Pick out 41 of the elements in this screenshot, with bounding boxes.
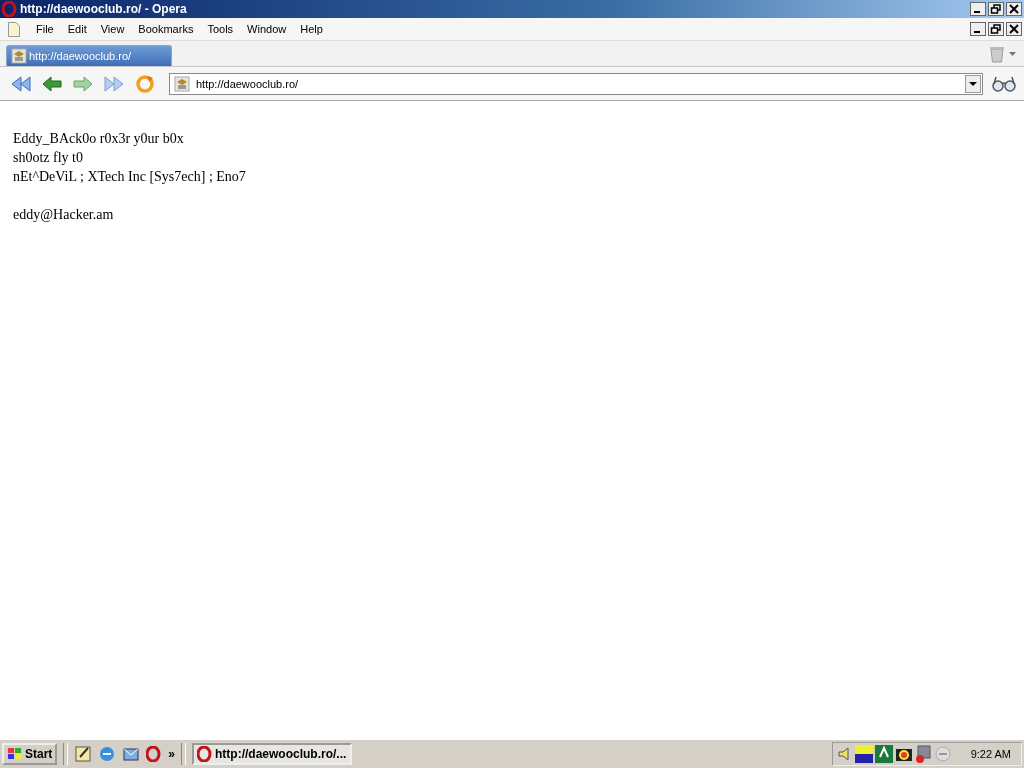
caret-icon[interactable] [1009, 51, 1016, 56]
page-text: sh0otz fly t0 [13, 149, 84, 167]
menu-item[interactable]: Edit [61, 23, 93, 35]
glasses-icon[interactable] [992, 74, 1016, 93]
clock: 9:22 AM [970, 748, 1011, 760]
opera-logo-icon [2, 1, 18, 17]
tab[interactable]: http://daewooclub.ro/ [6, 45, 172, 66]
close-icon[interactable] [1006, 2, 1022, 16]
minimize-icon[interactable] [970, 22, 986, 36]
page-text: eddy@Hacker.am [13, 206, 115, 224]
reload-icon[interactable] [134, 73, 156, 94]
tray-app-icon[interactable] [854, 745, 873, 763]
opera-logo-icon [197, 746, 214, 762]
mail-icon[interactable] [122, 745, 141, 763]
minimize-icon[interactable] [970, 2, 986, 16]
restore-icon[interactable] [988, 22, 1004, 36]
opera-logo-icon[interactable] [146, 746, 163, 762]
page-text: nEt^DeViL ; XTech Inc [Sys7ech] ; Eno7 [13, 168, 247, 186]
menu-item[interactable]: File [30, 23, 60, 35]
windows-logo-icon [7, 747, 23, 761]
menu-item[interactable]: Help [294, 23, 329, 35]
window-title: http://daewooclub.ro/ - Opera [20, 2, 187, 16]
back-icon[interactable] [41, 73, 63, 94]
menu-item[interactable]: Bookmarks [132, 23, 200, 35]
address-field[interactable]: http://daewooclub.ro/ [169, 72, 983, 95]
restore-icon[interactable] [988, 2, 1004, 16]
rewind-icon[interactable] [10, 73, 32, 94]
menu-item[interactable]: Window [241, 23, 293, 35]
page-icon[interactable] [8, 21, 20, 37]
more-button[interactable]: » [168, 747, 176, 761]
menu-item[interactable]: Tools [201, 23, 240, 35]
dropdown-icon[interactable] [965, 74, 981, 93]
close-icon[interactable] [1006, 22, 1022, 36]
fast-forward-icon[interactable] [103, 73, 125, 94]
page-text: Eddy_BAck0o r0x3r y0ur b0x [13, 130, 185, 148]
notepad-icon[interactable] [74, 745, 93, 763]
taskbar-button[interactable]: http://daewooclub.ro/... [192, 743, 353, 765]
start-button[interactable]: Start [2, 743, 58, 765]
favicon-icon [174, 75, 190, 92]
menu-item[interactable]: View [94, 23, 131, 35]
favicon-icon [11, 48, 27, 64]
